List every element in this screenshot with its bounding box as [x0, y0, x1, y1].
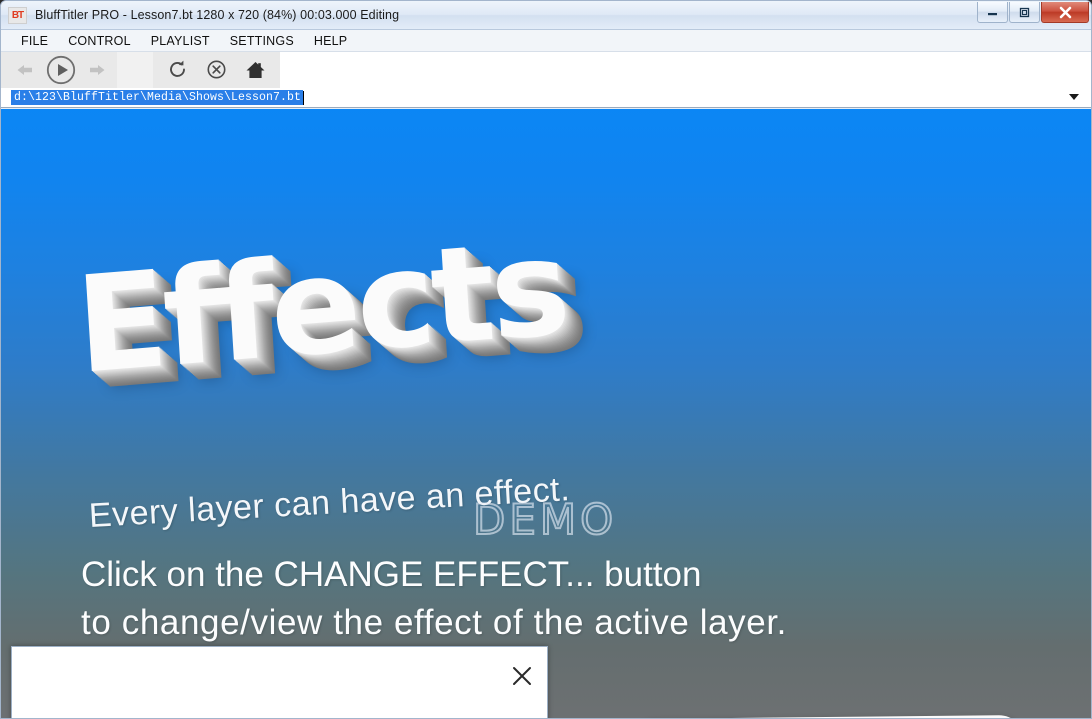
- menu-item-control[interactable]: CONTROL: [59, 32, 140, 50]
- minimize-button[interactable]: [977, 2, 1008, 23]
- application-window: BT BluffTitler PRO - Lesson7.bt 1280 x 7…: [0, 0, 1092, 719]
- chevron-down-icon[interactable]: [1069, 94, 1079, 100]
- menu-bar: FILE CONTROL PLAYLIST SETTINGS HELP: [1, 30, 1091, 52]
- effects-3d-title: Effects: [71, 210, 571, 404]
- menu-item-file[interactable]: FILE: [12, 32, 57, 50]
- menu-item-playlist[interactable]: PLAYLIST: [142, 32, 219, 50]
- instruction-line-2: to change/view the effect of the active …: [81, 603, 787, 642]
- render-stage[interactable]: Effects Every layer can have an effect. …: [1, 109, 1091, 718]
- menu-item-settings[interactable]: SETTINGS: [221, 32, 303, 50]
- toolbar-separator: [117, 51, 153, 88]
- text-caret: [303, 90, 305, 105]
- app-logo-icon: BT: [8, 6, 27, 24]
- learn-more-button[interactable]: Click here to learn more: [628, 714, 1026, 718]
- address-input[interactable]: d:\123\BluffTitler\Media\Shows\Lesson7.b…: [11, 90, 304, 105]
- title-bar: BT BluffTitler PRO - Lesson7.bt 1280 x 7…: [1, 1, 1091, 30]
- toolbar: [1, 51, 1091, 88]
- back-arrow-icon[interactable]: [15, 62, 35, 78]
- toolbar-filler: [280, 51, 1091, 88]
- address-bar[interactable]: d:\123\BluffTitler\Media\Shows\Lesson7.b…: [1, 88, 1091, 108]
- home-icon[interactable]: [245, 60, 266, 80]
- navigation-button-group: [153, 51, 280, 88]
- instruction-text: Click on the CHANGE EFFECT... button to …: [81, 551, 787, 647]
- demo-watermark: DEMO: [472, 494, 618, 545]
- overlay-tutorial-panel[interactable]: Abc: [11, 646, 548, 718]
- playback-button-group: [1, 51, 117, 88]
- menu-item-help[interactable]: HELP: [305, 32, 356, 50]
- window-title: BluffTitler PRO - Lesson7.bt 1280 x 720 …: [35, 8, 400, 22]
- window-controls: [976, 2, 1089, 23]
- play-button-icon[interactable]: [45, 54, 77, 86]
- stop-circle-icon[interactable]: [206, 59, 227, 80]
- refresh-icon[interactable]: [167, 59, 188, 80]
- maximize-button[interactable]: [1009, 2, 1040, 23]
- forward-arrow-icon[interactable]: [87, 62, 107, 78]
- close-button[interactable]: [1041, 2, 1089, 23]
- instruction-line-1: Click on the CHANGE EFFECT... button: [81, 555, 702, 594]
- close-icon[interactable]: [509, 663, 535, 689]
